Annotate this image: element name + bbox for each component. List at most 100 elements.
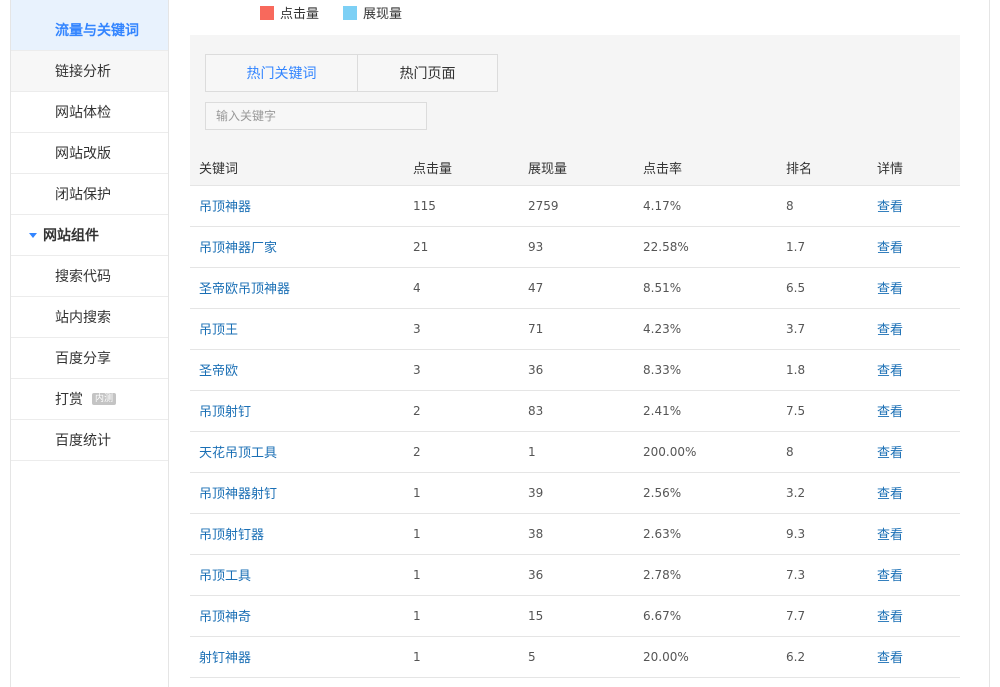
clicks-cell: 3 [413, 349, 528, 391]
tab-hot-pages[interactable]: 热门页面 [358, 54, 498, 92]
beta-badge: 内测 [92, 393, 117, 405]
sidebar-item-site-closure-protection[interactable]: 闭站保护 [11, 174, 168, 215]
ctr-cell: 2.78% [643, 554, 786, 596]
sidebar-item-label: 网站体检 [55, 105, 111, 121]
table-row: 射钉神器 1 5 20.00% 6.2 查看 [190, 636, 960, 678]
table-row: 天花吊顶工具 2 1 200.00% 8 查看 [190, 431, 960, 473]
clicks-cell: 4 [413, 267, 528, 309]
keyword-cell: 吊顶工具 [190, 554, 413, 596]
ctr-cell: 4.17% [643, 185, 786, 227]
rank-cell: 1.8 [786, 349, 877, 391]
keyword-link[interactable]: 吊顶神器射钉 [199, 487, 277, 502]
ctr-cell: 200.00% [643, 431, 786, 473]
impressions-cell: 2759 [528, 185, 643, 227]
ctr-cell: 2.63% [643, 513, 786, 555]
sidebar-item-search-code[interactable]: 搜索代码 [11, 256, 168, 297]
view-detail-link[interactable]: 查看 [877, 282, 903, 297]
table-row: 吊顶工具 1 36 2.78% 7.3 查看 [190, 554, 960, 596]
clicks-cell: 2 [413, 431, 528, 473]
sidebar-item-traffic-keywords[interactable]: 流量与关键词 [11, 0, 168, 51]
legend-item-impressions[interactable]: 展现量 [343, 3, 402, 22]
keyword-link[interactable]: 吊顶射钉 [199, 405, 251, 420]
impressions-cell: 93 [528, 226, 643, 268]
view-detail-link[interactable]: 查看 [877, 528, 903, 543]
sidebar-item-baidu-stats[interactable]: 百度统计 [11, 420, 168, 461]
keyword-link[interactable]: 吊顶神奇 [199, 610, 251, 625]
column-header-impressions: 展现量 [528, 151, 643, 186]
keyword-link[interactable]: 射钉神器 [199, 651, 251, 666]
rank-cell: 1.7 [786, 226, 877, 268]
sidebar-item-label: 网站改版 [55, 146, 111, 162]
ctr-cell: 8.51% [643, 267, 786, 309]
chart-legend: 点击量 展现量 [260, 3, 426, 22]
impressions-cell: 39 [528, 472, 643, 514]
sidebar-group-site-components[interactable]: 网站组件 [11, 215, 168, 256]
sidebar-item-label: 站内搜索 [55, 310, 111, 326]
impressions-cell: 36 [528, 554, 643, 596]
rank-cell: 6.2 [786, 636, 877, 678]
tab-bar: 热门关键词 热门页面 [205, 54, 498, 92]
keyword-link[interactable]: 吊顶王 [199, 323, 238, 338]
rank-cell: 7.7 [786, 595, 877, 637]
view-detail-link[interactable]: 查看 [877, 487, 903, 502]
rank-cell: 8 [786, 431, 877, 473]
keyword-cell: 吊顶神奇 [190, 595, 413, 637]
keyword-link[interactable]: 吊顶神器 [199, 200, 251, 215]
keyword-link[interactable]: 圣帝欧 [199, 364, 238, 379]
view-detail-link[interactable]: 查看 [877, 610, 903, 625]
rank-cell: 3.2 [786, 472, 877, 514]
detail-cell: 查看 [877, 513, 960, 555]
view-detail-link[interactable]: 查看 [877, 323, 903, 338]
sidebar-item-baidu-share[interactable]: 百度分享 [11, 338, 168, 379]
sidebar-group-label: 网站组件 [43, 228, 99, 244]
clicks-cell: 3 [413, 308, 528, 350]
detail-cell: 查看 [877, 554, 960, 596]
clicks-cell: 1 [413, 595, 528, 637]
tab-hot-keywords[interactable]: 热门关键词 [205, 54, 358, 92]
clicks-cell: 1 [413, 554, 528, 596]
sidebar-item-label: 闭站保护 [55, 187, 111, 203]
view-detail-link[interactable]: 查看 [877, 405, 903, 420]
view-detail-link[interactable]: 查看 [877, 569, 903, 584]
keyword-link[interactable]: 吊顶神器厂家 [199, 241, 277, 256]
content-right-border [989, 0, 990, 687]
clicks-cell: 115 [413, 185, 528, 227]
legend-item-clicks[interactable]: 点击量 [260, 3, 319, 22]
view-detail-link[interactable]: 查看 [877, 446, 903, 461]
table-row: 圣帝欧 3 36 8.33% 1.8 查看 [190, 349, 960, 391]
ctr-cell: 8.33% [643, 349, 786, 391]
keyword-cell: 吊顶神器厂家 [190, 226, 413, 268]
view-detail-link[interactable]: 查看 [877, 364, 903, 379]
table-header-row: 关键词 点击量 展现量 点击率 排名 详情 [190, 151, 960, 186]
keyword-link[interactable]: 圣帝欧吊顶神器 [199, 282, 290, 297]
table-row: 吊顶神器射钉 1 39 2.56% 3.2 查看 [190, 472, 960, 514]
sidebar-item-label: 搜索代码 [55, 269, 111, 285]
clicks-cell: 1 [413, 636, 528, 678]
sidebar-item-reward[interactable]: 打赏 内测 [11, 379, 168, 420]
keyword-cell: 吊顶王 [190, 308, 413, 350]
filter-panel: 热门关键词 热门页面 [190, 35, 960, 151]
sidebar-item-site-revision[interactable]: 网站改版 [11, 133, 168, 174]
sidebar-item-link-analysis[interactable]: 链接分析 [11, 51, 168, 92]
detail-cell: 查看 [877, 185, 960, 227]
impressions-cell: 15 [528, 595, 643, 637]
column-header-rank: 排名 [786, 151, 877, 186]
keyword-link[interactable]: 吊顶射钉器 [199, 528, 264, 543]
keyword-link[interactable]: 天花吊顶工具 [199, 446, 277, 461]
column-header-clicks: 点击量 [413, 151, 528, 186]
detail-cell: 查看 [877, 349, 960, 391]
ctr-cell: 2.56% [643, 472, 786, 514]
clicks-cell: 1 [413, 513, 528, 555]
rank-cell: 9.3 [786, 513, 877, 555]
legend-swatch-impressions [343, 5, 358, 20]
sidebar-item-site-checkup[interactable]: 网站体检 [11, 92, 168, 133]
caret-down-icon [29, 232, 37, 238]
view-detail-link[interactable]: 查看 [877, 241, 903, 256]
rank-cell: 7.3 [786, 554, 877, 596]
keyword-search-input[interactable] [205, 102, 427, 130]
view-detail-link[interactable]: 查看 [877, 200, 903, 215]
view-detail-link[interactable]: 查看 [877, 651, 903, 666]
sidebar-item-site-search[interactable]: 站内搜索 [11, 297, 168, 338]
keyword-link[interactable]: 吊顶工具 [199, 569, 251, 584]
detail-cell: 查看 [877, 472, 960, 514]
